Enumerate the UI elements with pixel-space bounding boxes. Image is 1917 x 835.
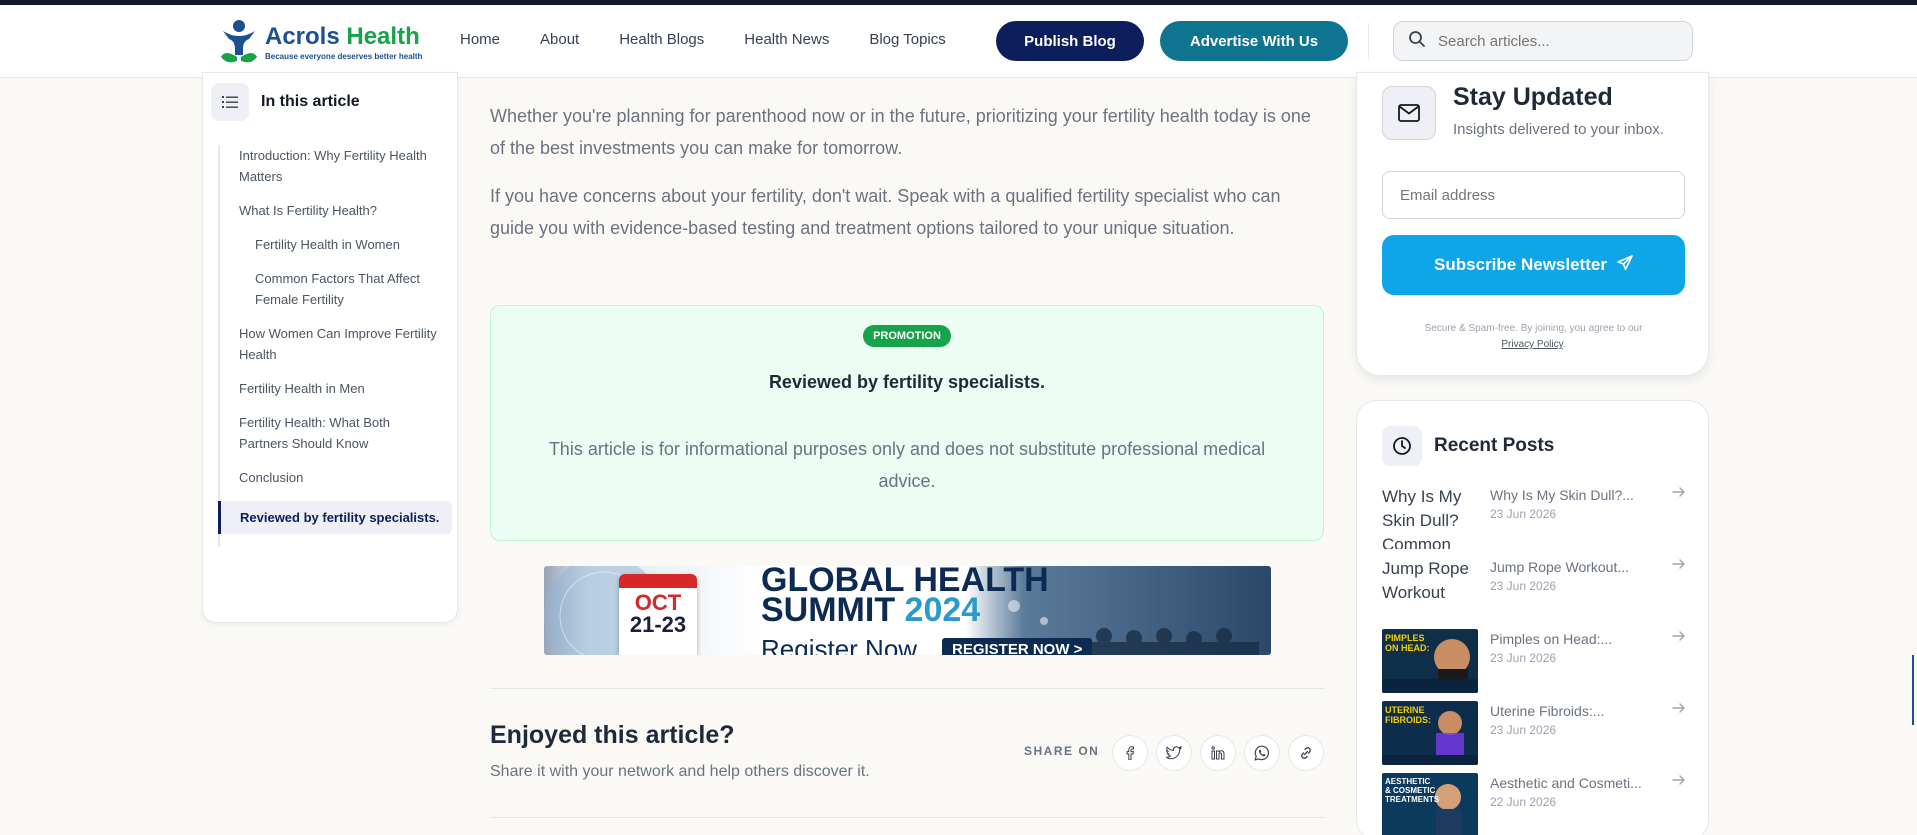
post-date: 23 Jun 2026 xyxy=(1490,507,1557,521)
post-thumbnail-alt: Jump Rope Workout xyxy=(1382,559,1469,602)
recent-posts-card: Recent Posts Why Is My Skin Dull? Common… xyxy=(1356,400,1709,835)
subscribe-button[interactable]: Subscribe Newsletter xyxy=(1382,235,1685,295)
search-icon xyxy=(1408,30,1426,53)
promotion-title: Reviewed by fertility specialists. xyxy=(768,372,1046,392)
recent-post[interactable]: UTERINE FIBROIDS: Uterine Fibroids:... 2… xyxy=(1382,701,1687,773)
post-thumbnail: UTERINE FIBROIDS: xyxy=(1382,701,1478,765)
post-thumbnail-alt: Why Is My Skin Dull? Common xyxy=(1382,487,1462,549)
article-paragraph: Whether you're planning for parenthood n… xyxy=(490,106,1311,158)
logo-icon xyxy=(219,19,259,65)
post-title[interactable]: Aesthetic and Cosmeti... xyxy=(1490,775,1642,791)
recent-post[interactable]: AESTHETIC & COSMETIC TREATMENTS Aestheti… xyxy=(1382,773,1687,835)
share-subheading: Share it with your network and help othe… xyxy=(490,763,870,780)
post-title[interactable]: Why Is My Skin Dull?... xyxy=(1490,487,1634,503)
arrow-right-icon xyxy=(1672,485,1686,501)
toc-item[interactable]: Conclusion xyxy=(220,467,452,488)
post-thumbnail: AESTHETIC & COSMETIC TREATMENTS xyxy=(1382,773,1478,835)
toc-list: Introduction: Why Fertility Health Matte… xyxy=(218,145,452,547)
search-input[interactable] xyxy=(1438,32,1668,50)
arrow-right-icon xyxy=(1672,701,1686,717)
whatsapp-icon[interactable] xyxy=(1244,735,1280,771)
banner-cta-text: Register Now xyxy=(761,634,918,655)
list-icon xyxy=(211,83,249,121)
calendar-graphic: OCT 21-23 xyxy=(619,574,697,655)
toc-item[interactable]: How Women Can Improve Fertility Health xyxy=(220,323,452,365)
divider xyxy=(490,688,1325,689)
subscribe-button-label: Subscribe Newsletter xyxy=(1434,255,1607,274)
clock-icon xyxy=(1382,426,1422,466)
nav-health-news[interactable]: Health News xyxy=(744,31,829,48)
table-of-contents: In this article Introduction: Why Fertil… xyxy=(202,72,458,623)
logo-title: Acrols Health xyxy=(265,22,420,50)
toc-item[interactable]: Fertility Health in Men xyxy=(220,378,452,399)
toc-title: In this article xyxy=(261,93,360,110)
promotion-badge: PROMOTION xyxy=(863,325,951,347)
newsletter-note: Secure & Spam-free. By joining, you agre… xyxy=(1424,323,1643,350)
linkedin-icon[interactable] xyxy=(1200,735,1236,771)
recent-post[interactable]: Jump Rope Workout Jump Rope Workout... 2… xyxy=(1382,557,1687,629)
promotion-box: PROMOTION Reviewed by fertility speciali… xyxy=(490,305,1324,541)
privacy-policy-link[interactable]: Privacy Policy xyxy=(1501,339,1563,350)
search-box[interactable] xyxy=(1393,21,1693,61)
arrow-right-icon xyxy=(1672,773,1686,789)
logo-tagline: Because everyone deserves better health xyxy=(265,51,423,61)
email-field[interactable] xyxy=(1382,171,1685,219)
header-divider xyxy=(1368,23,1369,59)
advertise-button[interactable]: Advertise With Us xyxy=(1160,21,1348,61)
post-date: 23 Jun 2026 xyxy=(1490,723,1557,737)
post-date: 22 Jun 2026 xyxy=(1490,795,1557,809)
toc-item[interactable]: Introduction: Why Fertility Health Matte… xyxy=(220,145,452,187)
mail-icon xyxy=(1382,86,1436,140)
nav-blog-topics[interactable]: Blog Topics xyxy=(869,31,945,48)
recent-posts-list: Why Is My Skin Dull? Common Why Is My Sk… xyxy=(1382,485,1687,835)
toc-item[interactable]: What Is Fertility Health? xyxy=(220,200,452,221)
nav-health-blogs[interactable]: Health Blogs xyxy=(619,31,704,48)
facebook-icon[interactable] xyxy=(1112,735,1148,771)
scrollbar-thumb[interactable] xyxy=(1912,655,1914,725)
main-nav: Home About Health Blogs Health News Blog… xyxy=(460,31,986,48)
post-title[interactable]: Uterine Fibroids:... xyxy=(1490,703,1604,719)
post-title[interactable]: Pimples on Head:... xyxy=(1490,631,1612,647)
twitter-icon[interactable] xyxy=(1156,735,1192,771)
banner-headline-2: SUMMIT 2024 xyxy=(761,591,981,629)
toc-item[interactable]: Fertility Health: What Both Partners Sho… xyxy=(220,412,452,454)
link-icon[interactable] xyxy=(1288,735,1324,771)
recent-post[interactable]: Why Is My Skin Dull? Common Why Is My Sk… xyxy=(1382,485,1687,557)
toc-item-active[interactable]: Reviewed by fertility specialists. xyxy=(218,501,452,534)
share-heading: Enjoyed this article? xyxy=(490,721,735,749)
toc-item[interactable]: Fertility Health in Women xyxy=(220,234,452,255)
post-title[interactable]: Jump Rope Workout... xyxy=(1490,559,1629,575)
ad-banner[interactable]: OCT 21-23 GLOBAL HEALTH SUMMIT 2024 Regi… xyxy=(544,566,1271,655)
promotion-text: This article is for informational purpos… xyxy=(548,439,1266,491)
send-icon xyxy=(1617,254,1633,276)
nav-home[interactable]: Home xyxy=(460,31,500,48)
arrow-right-icon xyxy=(1672,557,1686,573)
site-logo[interactable]: Acrols Health Because everyone deserves … xyxy=(219,19,422,65)
newsletter-card: Stay Updated Insights delivered to your … xyxy=(1356,72,1709,376)
divider xyxy=(490,817,1325,818)
share-buttons xyxy=(1112,735,1324,771)
arrow-right-icon xyxy=(1672,629,1686,645)
banner-register-button[interactable]: REGISTER NOW > xyxy=(942,638,1093,655)
article-paragraph: If you have concerns about your fertilit… xyxy=(490,186,1281,238)
post-date: 23 Jun 2026 xyxy=(1490,579,1557,593)
newsletter-title: Stay Updated xyxy=(1453,83,1613,111)
nav-about[interactable]: About xyxy=(540,31,579,48)
post-thumbnail: PIMPLES ON HEAD: xyxy=(1382,629,1478,693)
site-header: Acrols Health Because everyone deserves … xyxy=(0,5,1917,78)
article-body: Whether you're planning for parenthood n… xyxy=(490,100,1325,260)
newsletter-description: Insights delivered to your inbox. xyxy=(1453,121,1664,138)
recent-posts-title: Recent Posts xyxy=(1434,435,1555,456)
publish-blog-button[interactable]: Publish Blog xyxy=(996,21,1144,61)
share-label: SHARE ON xyxy=(1024,744,1100,758)
post-date: 23 Jun 2026 xyxy=(1490,651,1557,665)
recent-post[interactable]: PIMPLES ON HEAD: Pimples on Head:... 23 … xyxy=(1382,629,1687,701)
toc-item[interactable]: Common Factors That Affect Female Fertil… xyxy=(220,268,452,310)
